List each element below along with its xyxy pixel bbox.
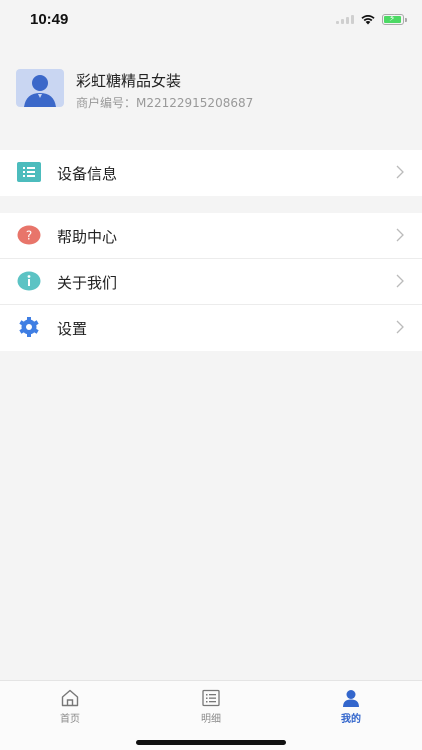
status-time: 10:49 [30,11,69,28]
tab-home[interactable]: 首页 [0,681,140,729]
home-indicator[interactable] [136,740,286,745]
menu-item-help-center[interactable]: ? 帮助中心 [0,213,422,259]
wifi-icon [361,14,375,25]
chevron-right-icon [396,274,404,288]
person-icon [24,75,56,107]
info-icon [17,271,41,291]
battery-icon: ⚡ [382,13,407,25]
profile-header[interactable]: 彩虹糖精品女装 商户编号：M22122915208687 [0,44,422,148]
avatar[interactable] [16,69,64,107]
menu-label-help-center: 帮助中心 [57,228,118,246]
tab-label-home: 首页 [60,714,80,725]
chevron-right-icon [396,228,404,242]
tab-detail[interactable]: 明细 [141,681,281,729]
gear-icon [19,317,39,337]
menu-item-about-us[interactable]: 关于我们 [0,259,422,305]
menu-group-main: ? 帮助中心 关于我们 设置 [0,213,422,351]
menu-label-about-us: 关于我们 [57,274,118,292]
status-bar: 10:49 ⚡ [0,0,422,44]
question-icon: ? [17,225,41,245]
list-icon [202,689,220,707]
merchant-id: 商户编号：M22122915208687 [76,96,254,110]
menu-item-device-info[interactable]: 设备信息 [0,150,422,196]
svg-text:?: ? [26,229,32,243]
tab-mine[interactable]: 我的 [281,681,421,729]
menu-label-device-info: 设备信息 [57,165,118,183]
tab-label-mine: 我的 [341,714,361,725]
signal-icon [336,14,354,24]
person-icon [343,690,359,707]
menu-item-settings[interactable]: 设置 [0,305,422,351]
menu-group-device: 设备信息 [0,150,422,196]
chevron-right-icon [396,165,404,179]
status-icons: ⚡ [336,13,407,25]
tab-label-detail: 明细 [201,714,221,725]
menu-label-settings: 设置 [57,320,88,338]
chevron-right-icon [396,320,404,334]
home-icon [61,689,79,707]
list-icon [17,162,41,182]
merchant-name: 彩虹糖精品女装 [76,72,182,90]
